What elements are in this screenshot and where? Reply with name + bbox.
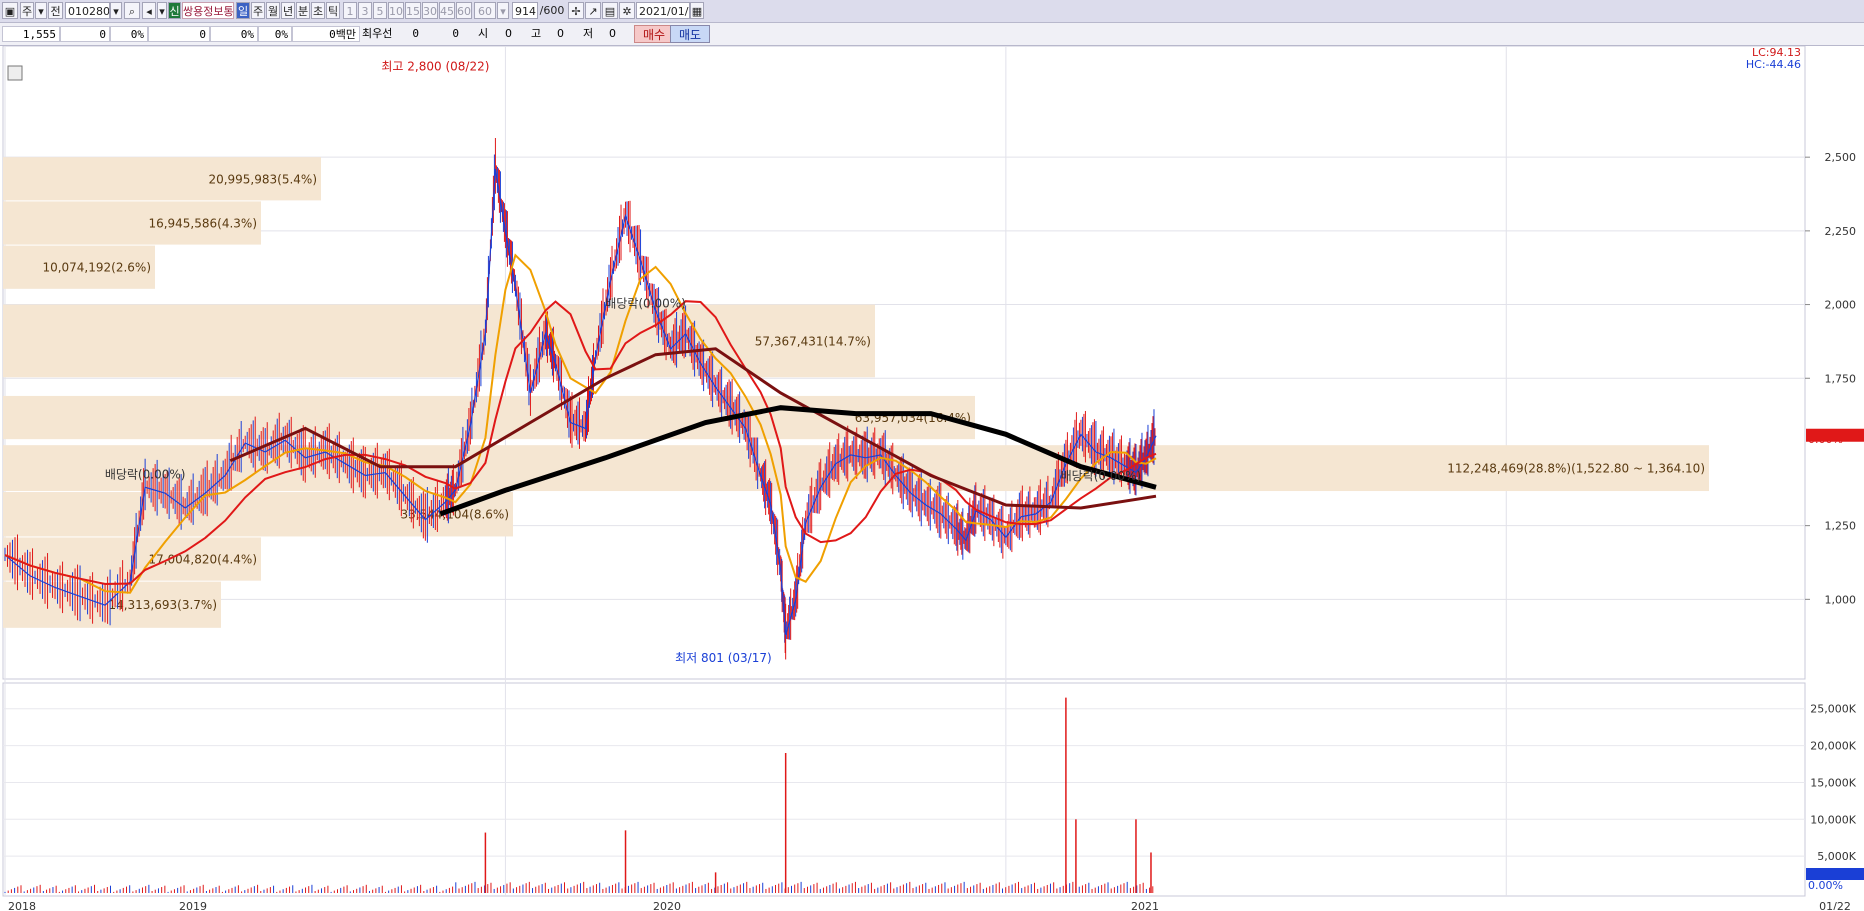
layout-icon[interactable]: ▣ [2, 2, 18, 19]
dividend-label: 배당락(0.00%) [105, 467, 186, 481]
last-date-label: 01/22 [1819, 900, 1851, 910]
gear-icon[interactable]: ✲ [619, 2, 635, 19]
quote-bar: 1,555 0 0% 0 0% 0% 0백만 최우선 0 0 시 0 고 0 저… [0, 23, 1864, 46]
volume-profile-label: 112,248,469(28.8%)(1,522.80 ~ 1,364.10) [1447, 462, 1705, 476]
high-marker: 최고 2,800 (08/22) [381, 60, 489, 74]
volume-profile-label: 20,995,983(5.4%) [208, 172, 317, 186]
save-icon[interactable]: ▤ [602, 2, 618, 19]
x-label-2020: 2020 [653, 900, 681, 910]
period-minute[interactable]: 분 [296, 2, 310, 19]
volume-tick-label: 15,000K [1810, 776, 1856, 789]
x-label-2018: 2018 [8, 900, 36, 910]
quote-label: 최우선 [362, 27, 393, 40]
low-marker: 최저 801 (03/17) [675, 651, 772, 665]
open-value: 0 [505, 27, 512, 40]
stock-code-input[interactable]: 010280 [65, 2, 110, 19]
change-rate: 0% [110, 26, 148, 42]
volume-profile-label: 14,313,693(3.7%) [108, 598, 217, 612]
scope-icon[interactable]: 전 [48, 2, 63, 19]
turnover-rate: 0% [258, 26, 292, 42]
ask-value: 0 [412, 27, 419, 40]
toolbar: ▣ 주 ▾ 전 010280 ▾ ⌕ ◂ ▾ 신 쌍용정보통 일 주 월 년 분… [0, 0, 1864, 23]
volume-change: 0.00% [1808, 879, 1843, 892]
stock-type-icon[interactable]: 주 [20, 2, 34, 19]
volume-value: 0 [148, 26, 210, 42]
open-label: 시 [478, 27, 489, 40]
y-tick-label: 2,250 [1825, 225, 1857, 238]
y-tick-label: 2,000 [1825, 299, 1857, 312]
chevron-down-icon[interactable]: ▾ [157, 2, 167, 19]
crosshair-icon[interactable]: ✢ [568, 2, 584, 19]
volume-profile-label: 17,004,820(4.4%) [148, 553, 257, 567]
grid-toggle-icon[interactable] [7, 65, 23, 81]
y-tick-label: 1,250 [1825, 520, 1857, 533]
dividend-label: 배당락(0.00%) [1061, 469, 1142, 483]
high-value: 0 [557, 27, 564, 40]
interval-3[interactable]: 3 [358, 2, 372, 19]
count-input[interactable]: 914 [512, 2, 538, 19]
high-label: 고 [531, 27, 542, 40]
chevron-down-icon[interactable]: ▾ [35, 2, 47, 19]
low-label: 저 [583, 27, 594, 40]
volume-profile-label: 57,367,431(14.7%) [755, 334, 871, 348]
search-icon[interactable]: ⌕ [124, 2, 140, 19]
volume-profile-label: 16,945,586(4.3%) [148, 216, 257, 230]
interval-45[interactable]: 45 [439, 2, 455, 19]
x-label-2021: 2021 [1131, 900, 1159, 910]
x-label-2019: 2019 [179, 900, 207, 910]
volume-rate: 0% [210, 26, 258, 42]
dividend-label: 배당락(0.00%) [605, 297, 686, 311]
trend-icon[interactable]: ↗ [585, 2, 601, 19]
bid-value: 0 [452, 27, 459, 40]
y-tick-label: 1,000 [1825, 593, 1857, 606]
y-tick-label: 2,500 [1825, 151, 1857, 164]
volume-profile-label: 10,074,192(2.6%) [42, 261, 151, 275]
buy-button[interactable]: 매수 [634, 25, 674, 43]
count-max: /600 [539, 4, 565, 17]
chevron-down-icon[interactable]: ▾ [110, 2, 122, 19]
period-week[interactable]: 주 [251, 2, 265, 19]
period-second[interactable]: 초 [311, 2, 325, 19]
interval-15[interactable]: 15 [405, 2, 421, 19]
period-month[interactable]: 월 [266, 2, 280, 19]
interval-60[interactable]: 60 [456, 2, 472, 19]
volume-tick-label: 10,000K [1810, 813, 1856, 826]
speaker-icon[interactable]: ◂ [142, 2, 156, 19]
price-chart[interactable]: 2,500 2,250 2,000 1,750 1,250 1,000 25,000K 20,… [0, 46, 1864, 910]
interval-10[interactable]: 10 [388, 2, 404, 19]
chevron-down-icon[interactable]: ▾ [497, 2, 509, 19]
date-input[interactable]: 2021/01/22 [636, 2, 690, 19]
interval-1[interactable]: 1 [343, 2, 357, 19]
volume-tick-label: 20,000K [1810, 740, 1856, 753]
sell-button[interactable]: 매도 [670, 25, 710, 43]
y-tick-label: 1,750 [1825, 372, 1857, 385]
trade-amount: 0백만 [292, 26, 360, 42]
price-value: 1,555 [2, 26, 60, 42]
market-badge: 신 [168, 2, 181, 19]
interval-5[interactable]: 5 [373, 2, 387, 19]
interval-30[interactable]: 30 [422, 2, 438, 19]
stock-name[interactable]: 쌍용정보통 [182, 2, 234, 19]
change-value: 0 [60, 26, 110, 42]
interval-custom[interactable]: 60 [474, 2, 496, 19]
calendar-icon[interactable]: ▦ [690, 2, 704, 19]
period-year[interactable]: 년 [281, 2, 295, 19]
period-day[interactable]: 일 [236, 2, 250, 19]
volume-tick-label: 25,000K [1810, 703, 1856, 716]
volume-tick-label: 5,000K [1817, 850, 1856, 863]
period-tick[interactable]: 틱 [326, 2, 340, 19]
low-value: 0 [609, 27, 616, 40]
hc-label: HC:-44.46 [1746, 58, 1801, 71]
volume-marker [1806, 868, 1864, 880]
price-marker [1806, 428, 1864, 442]
